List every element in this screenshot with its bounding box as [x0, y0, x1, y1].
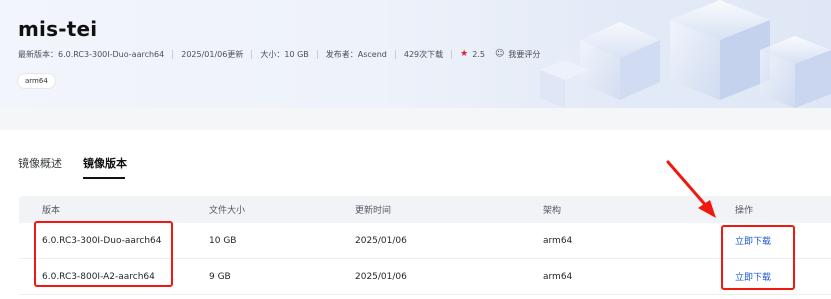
active-tab-indicator — [83, 177, 125, 179]
rate-icon[interactable]: ☺ — [495, 49, 504, 59]
meta-divider — [451, 49, 453, 59]
column-header-action: 操作 — [735, 206, 754, 216]
annotation-box-versions — [34, 221, 173, 287]
latest-version-text: 最新版本：6.0.RC3-300I-Duo-aarch64 — [18, 49, 165, 59]
annotation-arrow — [666, 160, 716, 218]
column-header-updated: 更新时间 — [355, 206, 392, 216]
image-meta-bar: 最新版本：6.0.RC3-300I-Duo-aarch64 2025/01/06… — [18, 47, 540, 61]
column-header-size: 文件大小 — [209, 206, 246, 216]
rating-value: 2.5 — [472, 49, 485, 59]
arch-cell: arm64 — [543, 235, 573, 246]
column-header-version: 版本 — [42, 206, 61, 216]
rate-link[interactable]: 我要评分 — [508, 49, 540, 60]
arch-tag: arm64 — [18, 74, 55, 88]
size-text: 大小：10 GB — [260, 49, 309, 59]
download-count-text: 429次下载 — [403, 49, 444, 59]
meta-divider — [172, 49, 174, 59]
image-header-banner: mis-tei 最新版本：6.0.RC3-300I-Duo-aarch64 20… — [0, 0, 831, 108]
updated-cell: 2025/01/06 — [355, 235, 407, 246]
meta-divider — [251, 49, 253, 59]
annotation-box-downloads — [721, 225, 795, 290]
tab-versions[interactable]: 镜像版本 — [83, 155, 127, 171]
publisher-text: 发布者：Ascend — [325, 49, 387, 59]
meta-divider — [394, 49, 396, 59]
arch-cell: arm64 — [543, 271, 573, 282]
updated-date-text: 2025/01/06更新 — [181, 49, 244, 59]
column-header-arch: 架构 — [543, 206, 562, 216]
size-cell: 10 GB — [209, 235, 237, 246]
tab-overview[interactable]: 镜像概述 — [18, 155, 62, 171]
page-title: mis-tei — [18, 17, 98, 41]
meta-divider — [316, 49, 318, 59]
size-cell: 9 GB — [209, 271, 231, 282]
section-divider-band — [0, 108, 831, 130]
updated-cell: 2025/01/06 — [355, 271, 407, 282]
star-icon: ★ — [460, 49, 469, 59]
